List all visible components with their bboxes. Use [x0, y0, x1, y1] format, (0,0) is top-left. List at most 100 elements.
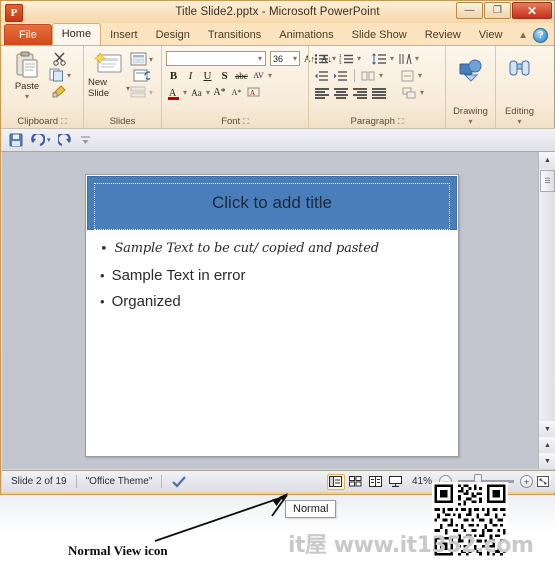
bullets-dropdown-arrow-icon[interactable]: ▾ [332, 54, 336, 63]
underline-button[interactable]: U [200, 68, 215, 83]
close-button[interactable]: ✕ [512, 2, 552, 19]
minimize-button[interactable]: — [456, 2, 483, 19]
align-right-icon[interactable] [351, 85, 368, 100]
font-name-dropdown-arrow-icon[interactable]: ▾ [258, 54, 262, 63]
list-item[interactable]: • Sample Text in error [100, 267, 448, 284]
maximize-button[interactable]: ❐ [484, 2, 511, 19]
new-slide-button[interactable]: New Slide ▾ [88, 49, 130, 99]
numbering-dropdown-arrow-icon[interactable]: ▾ [357, 54, 361, 63]
copy-icon[interactable]: ▾ [49, 68, 71, 82]
line-spacing-icon[interactable] [371, 51, 388, 66]
reading-view-button[interactable] [367, 474, 385, 490]
next-slide-button[interactable]: ▼ [539, 453, 555, 469]
chevron-up-icon[interactable]: ▲ [518, 30, 528, 41]
align-left-icon[interactable] [313, 85, 330, 100]
paste-button[interactable]: Paste ▾ [5, 49, 49, 101]
change-case-icon[interactable]: Aa [189, 85, 204, 100]
list-item[interactable]: • Sample Text to be cut/ copied and past… [100, 241, 448, 258]
drawing-button[interactable] [449, 55, 493, 83]
annotation-label: Normal View icon [68, 543, 168, 558]
slide-sorter-view-button[interactable] [347, 474, 365, 490]
list-item[interactable]: • Organized [100, 293, 448, 310]
scroll-down-button[interactable]: ▼ [539, 421, 555, 437]
tab-view[interactable]: View [470, 25, 512, 46]
svg-text:3: 3 [339, 60, 342, 65]
content-placeholder[interactable]: • Sample Text to be cut/ copied and past… [100, 241, 448, 319]
section-dropdown-arrow-icon[interactable]: ▾ [149, 88, 153, 97]
convert-to-smartart-icon[interactable] [401, 85, 418, 100]
tab-transitions[interactable]: Transitions [199, 25, 270, 46]
paintbrush-icon[interactable] [49, 84, 71, 98]
character-spacing-dropdown-arrow-icon[interactable]: ▾ [268, 71, 272, 80]
undo-arrow-icon[interactable]: ▾ [30, 133, 51, 147]
copy-dropdown-arrow-icon[interactable]: ▾ [67, 71, 71, 80]
editing-dropdown-arrow-icon[interactable]: ▾ [517, 117, 521, 126]
slide-show-button[interactable] [387, 474, 405, 490]
previous-slide-button[interactable]: ▲ [539, 437, 555, 453]
line-spacing-dropdown-arrow-icon[interactable]: ▾ [390, 54, 394, 63]
decrease-indent-icon[interactable] [313, 68, 330, 83]
font-name-input[interactable]: ▾ [166, 51, 266, 66]
font-dialog-launcher-icon[interactable]: ⛶ [243, 117, 249, 127]
font-size-input[interactable]: 36 ▾ [270, 51, 300, 66]
clear-formatting-icon[interactable]: A [246, 85, 261, 100]
layout-dropdown-arrow-icon[interactable]: ▾ [149, 55, 153, 64]
clipboard-dialog-launcher-icon[interactable]: ⛶ [61, 117, 67, 127]
layout-icon[interactable]: ▾ [130, 52, 153, 66]
drawing-dropdown-arrow-icon[interactable]: ▾ [468, 117, 472, 126]
reset-icon[interactable] [130, 69, 153, 83]
numbering-icon[interactable]: 1 2 3 [338, 51, 355, 66]
tab-insert[interactable]: Insert [101, 25, 147, 46]
scrollbar-thumb[interactable]: ☰ [540, 170, 555, 192]
font-color-dropdown-arrow-icon[interactable]: ▾ [183, 88, 187, 97]
section-icon[interactable]: ▾ [130, 86, 153, 98]
bullets-icon[interactable] [313, 51, 330, 66]
tab-file[interactable]: File [4, 24, 52, 46]
paragraph-dialog-launcher-icon[interactable]: ⛶ [398, 117, 404, 127]
columns-dropdown-arrow-icon[interactable]: ▾ [379, 71, 383, 80]
slide-counter[interactable]: Slide 2 of 19 [2, 471, 76, 493]
text-direction-dropdown-arrow-icon[interactable]: ▾ [415, 54, 419, 63]
text-shadow-button[interactable]: S [217, 68, 232, 83]
fit-to-window-icon[interactable] [535, 474, 551, 489]
tab-review[interactable]: Review [416, 25, 470, 46]
convert-to-smartart-dropdown-arrow-icon[interactable]: ▾ [420, 88, 424, 97]
vertical-scrollbar[interactable]: ▲ ☰ ▼ ▲ ▼ [538, 152, 555, 469]
increase-font-size-icon[interactable]: A* [212, 85, 227, 100]
justify-icon[interactable] [370, 85, 387, 100]
scroll-up-button[interactable]: ▲ [539, 152, 555, 168]
zoom-in-button[interactable]: + [520, 475, 533, 488]
align-center-icon[interactable] [332, 85, 349, 100]
strikethrough-button[interactable]: abc [234, 68, 249, 83]
title-placeholder[interactable]: Click to add title [87, 176, 457, 230]
help-icon[interactable]: ? [533, 28, 548, 43]
undo-dropdown-arrow-icon[interactable]: ▾ [47, 136, 51, 144]
redo-arrow-icon[interactable] [57, 133, 72, 147]
binoculars-icon [507, 57, 533, 81]
tab-slide-show[interactable]: Slide Show [343, 25, 416, 46]
tab-animations[interactable]: Animations [270, 25, 342, 46]
font-color-button[interactable]: A [166, 85, 181, 100]
change-case-dropdown-arrow-icon[interactable]: ▾ [206, 88, 210, 97]
align-text-dropdown-arrow-icon[interactable]: ▾ [418, 71, 422, 80]
italic-button[interactable]: I [183, 68, 198, 83]
tab-design[interactable]: Design [147, 25, 199, 46]
font-size-dropdown-arrow-icon[interactable]: ▾ [293, 54, 297, 63]
paste-dropdown-arrow-icon[interactable]: ▾ [25, 92, 29, 101]
theme-name[interactable]: "Office Theme" [77, 471, 162, 493]
align-text-icon[interactable] [399, 68, 416, 83]
floppy-disk-icon[interactable] [9, 133, 23, 147]
increase-indent-icon[interactable] [332, 68, 349, 83]
slide-surface[interactable]: Click to add title • Sample Text to be c… [85, 174, 459, 457]
spell-check-icon[interactable] [162, 471, 196, 493]
bold-button[interactable]: B [166, 68, 181, 83]
scissors-icon[interactable] [49, 52, 71, 66]
editing-button[interactable] [498, 55, 542, 81]
decrease-font-size-icon[interactable]: A* [229, 85, 244, 100]
normal-view-button[interactable] [326, 473, 345, 490]
character-spacing-icon[interactable]: AV [251, 68, 266, 83]
text-direction-icon[interactable] [396, 51, 413, 66]
tab-home[interactable]: Home [51, 23, 102, 46]
columns-icon[interactable] [360, 68, 377, 83]
chevron-down-icon[interactable] [79, 134, 92, 146]
